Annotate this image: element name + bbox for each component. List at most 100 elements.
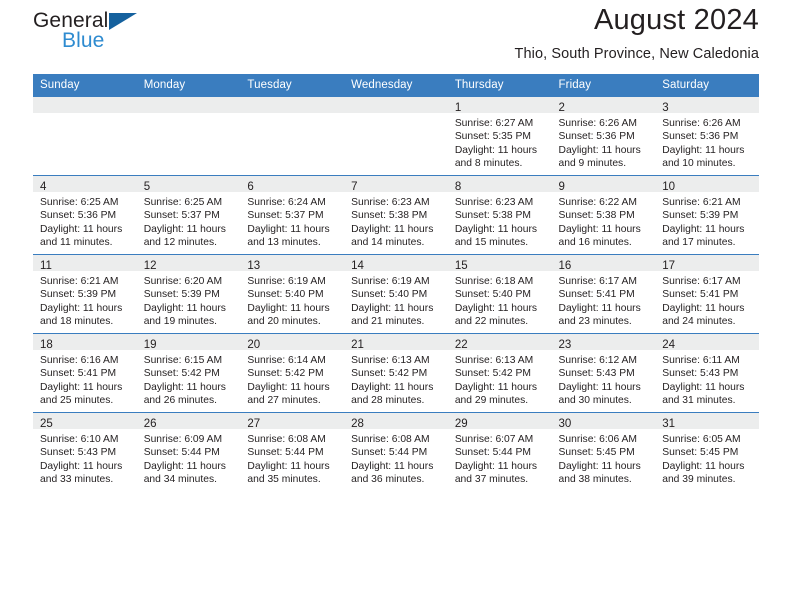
calendar-day-cell[interactable]: 5 Sunrise: 6:25 AM Sunset: 5:37 PM Daylight…: [136, 175, 241, 255]
calendar-day-cell[interactable]: 29 Sunrise: 6:07 AM Sunset: 5:44 PM Dayligh…: [447, 412, 552, 491]
day-number-band: 18: [33, 334, 137, 351]
sunset-text: Sunset: 5:43 PM: [558, 368, 635, 380]
sunset-text: Sunset: 5:41 PM: [40, 368, 117, 380]
day-details: Sunrise: 6:07 AM Sunset: 5:44 PM Daylight:…: [448, 429, 552, 487]
day-details: Sunrise: 6:26 AM Sunset: 5:36 PM Daylight:…: [552, 113, 656, 171]
daylight-text-line1: Daylight: 11 hours: [454, 302, 538, 314]
day-details: Sunrise: 6:09 AM Sunset: 5:44 PM Daylight:…: [137, 429, 241, 487]
title-block: August 2024 Thio, South Province, New Ca…: [515, 0, 760, 64]
day-number-band: 16: [551, 255, 656, 272]
day-cell-content: 21 Sunrise: 6:13 AM Sunset: 5:42 PM Dayligh…: [344, 334, 448, 412]
sunrise-text: Sunrise: 6:07 AM: [454, 434, 534, 445]
day-details: Sunrise: 6:17 AM Sunset: 5:41 PM Daylight:…: [552, 271, 656, 329]
brand-logo[interactable]: General Blue: [33, 9, 213, 65]
calendar-day-cell[interactable]: 14 Sunrise: 6:19 AM Sunset: 5:40 PM Dayligh…: [344, 254, 448, 334]
day-cell-content: 25 Sunrise: 6:10 AM Sunset: 5:43 PM Dayligh…: [33, 413, 137, 491]
sunrise-text: Sunrise: 6:21 AM: [40, 276, 119, 287]
daylight-text-line2: and 19 minutes.: [143, 316, 217, 328]
daylight-text-line2: and 28 minutes.: [351, 395, 425, 407]
calendar-day-cell[interactable]: 15 Sunrise: 6:18 AM Sunset: 5:40 PM Dayligh…: [447, 254, 552, 334]
calendar-day-cell[interactable]: 19 Sunrise: 6:15 AM Sunset: 5:42 PM Dayligh…: [136, 333, 241, 413]
day-number-band: [344, 97, 448, 113]
weekday-header-row: Sunday Monday Tuesday Wednesday Thursday…: [33, 74, 759, 97]
sunset-text: Sunset: 5:38 PM: [351, 210, 428, 222]
calendar-day-cell[interactable]: 25 Sunrise: 6:10 AM Sunset: 5:43 PM Dayligh…: [33, 412, 137, 491]
daylight-text-line2: and 11 minutes.: [40, 237, 113, 249]
day-number: 27: [247, 418, 261, 430]
calendar-day-cell[interactable]: 22 Sunrise: 6:13 AM Sunset: 5:42 PM Dayligh…: [447, 333, 552, 413]
day-number: 11: [40, 260, 52, 272]
calendar-day-cell[interactable]: 13 Sunrise: 6:19 AM Sunset: 5:40 PM Dayligh…: [240, 254, 345, 334]
calendar-day-cell[interactable]: 31 Sunrise: 6:05 AM Sunset: 5:45 PM Dayligh…: [655, 412, 759, 491]
calendar-day-cell[interactable]: 20 Sunrise: 6:14 AM Sunset: 5:42 PM Dayligh…: [240, 333, 345, 413]
day-details: Sunrise: 6:19 AM Sunset: 5:40 PM Daylight:…: [344, 271, 448, 329]
daylight-text-line2: and 18 minutes.: [40, 316, 114, 328]
day-number: 2: [558, 102, 565, 114]
day-number-band: 4: [33, 176, 137, 193]
day-details: Sunrise: 6:10 AM Sunset: 5:43 PM Daylight:…: [33, 429, 137, 487]
sunset-text: Sunset: 5:36 PM: [40, 210, 117, 222]
daylight-text-line1: Daylight: 11 hours: [454, 223, 538, 235]
sunrise-text: Sunrise: 6:27 AM: [454, 118, 534, 129]
sunset-text: Sunset: 5:40 PM: [351, 289, 428, 301]
daylight-text-line2: and 23 minutes.: [558, 316, 632, 328]
calendar-day-cell[interactable]: 9 Sunrise: 6:22 AM Sunset: 5:38 PM Daylight…: [551, 175, 656, 255]
day-number-band: 23: [551, 334, 656, 351]
calendar-day-cell[interactable]: 10 Sunrise: 6:21 AM Sunset: 5:39 PM Dayligh…: [655, 175, 759, 255]
calendar-day-cell[interactable]: 28 Sunrise: 6:08 AM Sunset: 5:44 PM Dayligh…: [344, 412, 448, 491]
day-details: Sunrise: 6:05 AM Sunset: 5:45 PM Daylight:…: [655, 429, 759, 487]
sunrise-text: Sunrise: 6:13 AM: [454, 355, 534, 366]
calendar-day-cell[interactable]: 3 Sunrise: 6:26 AM Sunset: 5:36 PM Daylight…: [655, 96, 759, 176]
calendar-day-cell[interactable]: 6 Sunrise: 6:24 AM Sunset: 5:37 PM Daylight…: [240, 175, 345, 255]
daylight-text-line1: Daylight: 11 hours: [143, 460, 226, 472]
calendar-grid: Sunday Monday Tuesday Wednesday Thursday…: [33, 74, 759, 491]
daylight-text-line1: Daylight: 11 hours: [143, 302, 226, 314]
day-cell-content: [136, 97, 241, 175]
calendar-day-cell[interactable]: 26 Sunrise: 6:09 AM Sunset: 5:44 PM Dayligh…: [136, 412, 241, 491]
calendar-day-cell[interactable]: 17 Sunrise: 6:17 AM Sunset: 5:41 PM Dayligh…: [655, 254, 759, 334]
calendar-day-cell[interactable]: 18 Sunrise: 6:16 AM Sunset: 5:41 PM Dayligh…: [33, 333, 137, 413]
calendar-day-cell[interactable]: 30 Sunrise: 6:06 AM Sunset: 5:45 PM Dayligh…: [551, 412, 656, 491]
day-number: 30: [558, 418, 572, 430]
calendar-day-cell[interactable]: 21 Sunrise: 6:13 AM Sunset: 5:42 PM Dayligh…: [344, 333, 448, 413]
sunset-text: Sunset: 5:42 PM: [247, 368, 324, 380]
daylight-text-line1: Daylight: 11 hours: [247, 302, 330, 314]
calendar-day-cell[interactable]: 16 Sunrise: 6:17 AM Sunset: 5:41 PM Dayligh…: [551, 254, 656, 334]
calendar-day-cell[interactable]: 2 Sunrise: 6:26 AM Sunset: 5:36 PM Daylight…: [551, 96, 656, 176]
day-number-band: 15: [447, 255, 552, 272]
day-number-band: [136, 97, 241, 113]
calendar-day-cell[interactable]: 4 Sunrise: 6:25 AM Sunset: 5:36 PM Daylight…: [33, 175, 137, 255]
sunrise-text: Sunrise: 6:25 AM: [143, 197, 223, 208]
calendar-page: General Blue August 2024 Thio, South Pro…: [0, 0, 792, 612]
daylight-text-line1: Daylight: 11 hours: [558, 223, 641, 235]
calendar-day-cell[interactable]: 12 Sunrise: 6:20 AM Sunset: 5:39 PM Dayligh…: [136, 254, 241, 334]
calendar-day-cell[interactable]: 27 Sunrise: 6:08 AM Sunset: 5:44 PM Dayligh…: [240, 412, 345, 491]
day-number-band: 1: [447, 97, 552, 114]
day-cell-content: 9 Sunrise: 6:22 AM Sunset: 5:38 PM Daylight…: [551, 176, 656, 254]
daylight-text-line1: Daylight: 11 hours: [662, 381, 745, 393]
day-cell-content: 8 Sunrise: 6:23 AM Sunset: 5:38 PM Daylight…: [447, 176, 552, 254]
day-cell-content: 6 Sunrise: 6:24 AM Sunset: 5:37 PM Daylight…: [240, 176, 345, 254]
sunset-text: Sunset: 5:44 PM: [351, 447, 428, 459]
calendar-day-cell[interactable]: 8 Sunrise: 6:23 AM Sunset: 5:38 PM Daylight…: [447, 175, 552, 255]
calendar-day-cell[interactable]: 7 Sunrise: 6:23 AM Sunset: 5:38 PM Daylight…: [344, 175, 448, 255]
sunset-text: Sunset: 5:42 PM: [143, 368, 220, 380]
calendar-empty-cell: [240, 96, 345, 176]
day-number-band: 30: [551, 413, 656, 430]
sunset-text: Sunset: 5:39 PM: [662, 210, 739, 222]
calendar-day-cell[interactable]: 11 Sunrise: 6:21 AM Sunset: 5:39 PM Dayligh…: [33, 254, 137, 334]
calendar-day-cell[interactable]: 1 Sunrise: 6:27 AM Sunset: 5:35 PM Daylight…: [447, 96, 552, 176]
day-cell-content: 23 Sunrise: 6:12 AM Sunset: 5:43 PM Dayligh…: [551, 334, 656, 412]
calendar-day-cell[interactable]: 23 Sunrise: 6:12 AM Sunset: 5:43 PM Dayligh…: [551, 333, 656, 413]
sunset-text: Sunset: 5:36 PM: [662, 131, 739, 143]
day-number-band: 24: [655, 334, 759, 351]
calendar-day-cell[interactable]: 24 Sunrise: 6:11 AM Sunset: 5:43 PM Dayligh…: [655, 333, 759, 413]
daylight-text-line2: and 34 minutes.: [143, 474, 217, 486]
day-number: 7: [351, 181, 358, 193]
day-cell-content: 18 Sunrise: 6:16 AM Sunset: 5:41 PM Dayligh…: [33, 334, 137, 412]
daylight-text-line2: and 21 minutes.: [351, 316, 425, 328]
daylight-text-line1: Daylight: 11 hours: [558, 302, 641, 314]
sunrise-text: Sunrise: 6:20 AM: [143, 276, 223, 287]
page-header: General Blue August 2024 Thio, South Pro…: [33, 0, 759, 74]
daylight-text-line1: Daylight: 11 hours: [247, 460, 330, 472]
